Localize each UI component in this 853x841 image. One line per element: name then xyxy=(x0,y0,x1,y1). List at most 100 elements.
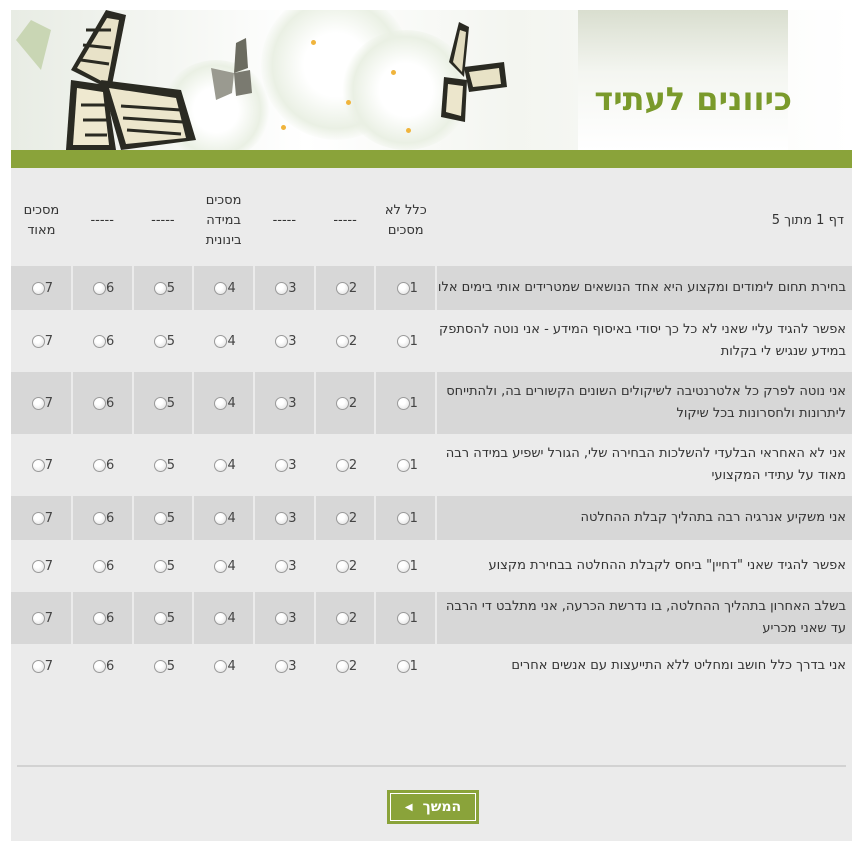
rating-option[interactable]: 2 xyxy=(314,372,377,434)
rating-option[interactable]: 7 xyxy=(11,372,73,434)
rating-option[interactable]: 4 xyxy=(193,310,255,372)
rating-option[interactable]: 3 xyxy=(253,644,316,688)
rating-option[interactable]: 4 xyxy=(193,592,255,644)
radio-button[interactable] xyxy=(335,611,349,625)
rating-option[interactable]: 6 xyxy=(71,496,134,540)
radio-button[interactable] xyxy=(335,334,349,348)
radio-button[interactable] xyxy=(93,458,107,472)
rating-option[interactable]: 6 xyxy=(71,540,134,592)
rating-option[interactable]: 1 xyxy=(375,434,438,496)
rating-option[interactable]: 5 xyxy=(132,434,195,496)
radio-button[interactable] xyxy=(93,659,107,673)
rating-option[interactable]: 2 xyxy=(314,266,377,310)
rating-option[interactable]: 2 xyxy=(314,496,377,540)
rating-option[interactable]: 5 xyxy=(132,310,195,372)
radio-button[interactable] xyxy=(275,511,289,525)
radio-button[interactable] xyxy=(335,659,349,673)
rating-option[interactable]: 2 xyxy=(314,592,377,644)
rating-option[interactable]: 1 xyxy=(375,496,438,540)
rating-option[interactable]: 4 xyxy=(193,540,255,592)
radio-button[interactable] xyxy=(31,396,45,410)
next-button[interactable]: המשך ◀ xyxy=(387,790,479,824)
rating-option[interactable]: 2 xyxy=(314,644,377,688)
radio-button[interactable] xyxy=(153,458,167,472)
rating-option[interactable]: 5 xyxy=(132,644,195,688)
radio-button[interactable] xyxy=(396,559,410,573)
rating-option[interactable]: 3 xyxy=(253,434,316,496)
radio-button[interactable] xyxy=(153,334,167,348)
radio-button[interactable] xyxy=(93,281,107,295)
rating-option[interactable]: 4 xyxy=(193,266,255,310)
rating-option[interactable]: 3 xyxy=(253,372,316,434)
radio-button[interactable] xyxy=(335,396,349,410)
radio-button[interactable] xyxy=(214,458,228,472)
radio-button[interactable] xyxy=(275,659,289,673)
rating-option[interactable]: 4 xyxy=(193,496,255,540)
rating-option[interactable]: 2 xyxy=(314,540,377,592)
rating-option[interactable]: 6 xyxy=(71,310,134,372)
radio-button[interactable] xyxy=(214,334,228,348)
rating-option[interactable]: 5 xyxy=(132,372,195,434)
rating-option[interactable]: 1 xyxy=(375,310,438,372)
rating-option[interactable]: 1 xyxy=(375,540,438,592)
radio-button[interactable] xyxy=(396,611,410,625)
rating-option[interactable]: 2 xyxy=(314,310,377,372)
radio-button[interactable] xyxy=(275,559,289,573)
rating-option[interactable]: 6 xyxy=(71,372,134,434)
radio-button[interactable] xyxy=(153,281,167,295)
rating-option[interactable]: 4 xyxy=(193,644,255,688)
rating-option[interactable]: 2 xyxy=(314,434,377,496)
radio-button[interactable] xyxy=(396,281,410,295)
radio-button[interactable] xyxy=(335,511,349,525)
rating-option[interactable]: 6 xyxy=(71,644,134,688)
radio-button[interactable] xyxy=(396,659,410,673)
rating-option[interactable]: 1 xyxy=(375,644,438,688)
radio-button[interactable] xyxy=(153,559,167,573)
radio-button[interactable] xyxy=(153,396,167,410)
radio-button[interactable] xyxy=(275,611,289,625)
rating-option[interactable]: 4 xyxy=(193,372,255,434)
radio-button[interactable] xyxy=(31,559,45,573)
radio-button[interactable] xyxy=(93,611,107,625)
radio-button[interactable] xyxy=(153,611,167,625)
radio-button[interactable] xyxy=(214,559,228,573)
radio-button[interactable] xyxy=(396,458,410,472)
rating-option[interactable]: 7 xyxy=(11,266,73,310)
radio-button[interactable] xyxy=(93,396,107,410)
radio-button[interactable] xyxy=(31,281,45,295)
rating-option[interactable]: 1 xyxy=(375,592,438,644)
radio-button[interactable] xyxy=(396,511,410,525)
rating-option[interactable]: 5 xyxy=(132,266,195,310)
rating-option[interactable]: 3 xyxy=(253,310,316,372)
radio-button[interactable] xyxy=(93,559,107,573)
radio-button[interactable] xyxy=(31,511,45,525)
rating-option[interactable]: 1 xyxy=(375,266,438,310)
radio-button[interactable] xyxy=(335,559,349,573)
radio-button[interactable] xyxy=(31,611,45,625)
rating-option[interactable]: 3 xyxy=(253,266,316,310)
rating-option[interactable]: 1 xyxy=(375,372,438,434)
rating-option[interactable]: 5 xyxy=(132,592,195,644)
rating-option[interactable]: 6 xyxy=(71,592,134,644)
rating-option[interactable]: 6 xyxy=(71,266,134,310)
rating-option[interactable]: 7 xyxy=(11,592,73,644)
radio-button[interactable] xyxy=(396,396,410,410)
radio-button[interactable] xyxy=(275,334,289,348)
rating-option[interactable]: 7 xyxy=(11,540,73,592)
radio-button[interactable] xyxy=(153,659,167,673)
radio-button[interactable] xyxy=(275,281,289,295)
rating-option[interactable]: 3 xyxy=(253,540,316,592)
radio-button[interactable] xyxy=(31,334,45,348)
rating-option[interactable]: 3 xyxy=(253,496,316,540)
rating-option[interactable]: 7 xyxy=(11,434,73,496)
radio-button[interactable] xyxy=(153,511,167,525)
radio-button[interactable] xyxy=(275,396,289,410)
radio-button[interactable] xyxy=(31,659,45,673)
rating-option[interactable]: 7 xyxy=(11,496,73,540)
rating-option[interactable]: 7 xyxy=(11,644,73,688)
radio-button[interactable] xyxy=(335,458,349,472)
radio-button[interactable] xyxy=(214,396,228,410)
rating-option[interactable]: 7 xyxy=(11,310,73,372)
radio-button[interactable] xyxy=(31,458,45,472)
rating-option[interactable]: 4 xyxy=(193,434,255,496)
